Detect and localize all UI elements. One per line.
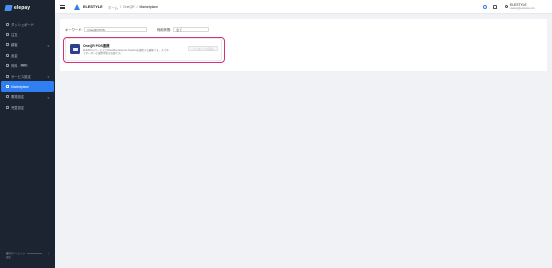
status-label: 利用状態 xyxy=(157,28,171,32)
orders-icon xyxy=(6,33,9,37)
dev-settings-icon xyxy=(6,95,9,99)
chevron-down-icon: ▾ xyxy=(47,74,49,79)
sidebar-item-label: 児童設定 xyxy=(11,105,25,110)
breadcrumb: ホーム / OneQR / Marketplace xyxy=(108,5,158,10)
sidebar-item-customers[interactable]: 顧客 ▾ xyxy=(0,40,55,50)
refund-icon xyxy=(6,53,9,57)
breadcrumb-current: Marketplace xyxy=(139,5,158,9)
customers-icon xyxy=(6,43,9,47)
elepay-logo[interactable]: elepay xyxy=(4,4,31,12)
sidebar-item-label: 注文 xyxy=(11,33,18,38)
status-select[interactable]: 全て xyxy=(173,27,210,32)
sidebar-item-label: 資料 xyxy=(11,64,18,69)
header-icons xyxy=(483,4,497,9)
sidebar-nav: ダッシュボード 注文 顧客 ▾ 返金 資料 NEW サービス設定 ▾ Marketpl… xyxy=(0,19,55,113)
status-filter: 利用状態: 全て xyxy=(157,27,210,32)
sidebar-item-label: サービス設定 xyxy=(11,74,31,79)
breadcrumb-separator: / xyxy=(120,5,122,9)
chevron-down-icon: ▾ xyxy=(47,43,49,48)
sidebar-item-marketplace[interactable]: Marketplace xyxy=(1,81,54,92)
keyword-input[interactable]: OneQR POS xyxy=(84,27,148,32)
breadcrumb-separator: / xyxy=(136,5,138,9)
sidebar-item-settings[interactable]: 児童設定 xyxy=(0,102,55,112)
sidebar-item-label: ダッシュボード xyxy=(11,22,35,27)
keyword-label: キーワード xyxy=(65,28,82,32)
sidebar: elepay ダッシュボード 注文 顧客 ▾ 返金 資料 NEW サービス設定 ▾ M… xyxy=(0,0,55,268)
sidebar-item-documents[interactable]: 資料 NEW xyxy=(0,61,55,71)
sidebar-item-service-settings[interactable]: サービス設定 ▾ xyxy=(0,71,55,81)
marketplace-card: キーワード: OneQR POS 利用状態: 全て OneQR POS連携 EL… xyxy=(60,19,547,71)
account-name[interactable]: ELESTYLE xyxy=(83,5,103,9)
top-header: ELESTYLE ホーム / OneQR / Marketplace ELESTYL… xyxy=(55,0,552,14)
elepay-logo-icon xyxy=(4,5,13,11)
bell-icon[interactable] xyxy=(493,4,497,9)
user-avatar-icon xyxy=(505,5,508,8)
account-logo-icon xyxy=(74,4,80,10)
update-link[interactable]: 更新 xyxy=(6,256,50,260)
documents-icon xyxy=(6,64,9,68)
version-bar xyxy=(27,252,43,255)
footer-icons: ⋮ xyxy=(47,252,50,255)
user-email: elestyle@example.com xyxy=(510,7,535,10)
logo-text: elepay xyxy=(14,5,31,11)
version-label: 最新のバージョン xyxy=(6,252,26,255)
sidebar-item-dashboard[interactable]: ダッシュボード xyxy=(0,19,55,29)
breadcrumb-home[interactable]: ホーム xyxy=(108,5,118,10)
sidebar-item-label: 開発設定 xyxy=(11,95,25,100)
sidebar-item-label: 返金 xyxy=(11,53,18,58)
sidebar-footer: 最新のバージョン 更新 ⋮ xyxy=(6,252,50,260)
keyword-value: OneQR POS xyxy=(87,27,105,32)
status-value: 全て xyxy=(176,27,183,32)
marketplace-icon xyxy=(6,85,9,89)
sidebar-item-label: Marketplace xyxy=(11,84,29,89)
service-settings-icon xyxy=(6,74,9,78)
chevron-down-icon: ▾ xyxy=(47,95,49,100)
app-root: elepay ダッシュボード 注文 顧客 ▾ 返金 資料 NEW サービス設定 ▾ M… xyxy=(0,0,552,268)
hamburger-menu-icon[interactable] xyxy=(60,5,65,9)
settings-icon xyxy=(6,105,9,109)
sidebar-item-refund[interactable]: 返金 xyxy=(0,50,55,60)
selection-highlight xyxy=(62,36,225,63)
sidebar-item-orders[interactable]: 注文 xyxy=(0,29,55,39)
help-icon[interactable] xyxy=(483,4,487,9)
breadcrumb-oneqr[interactable]: OneQR xyxy=(123,5,135,10)
sidebar-item-dev-settings[interactable]: 開発設定 ▾ xyxy=(0,92,55,102)
new-badge: NEW xyxy=(19,64,28,68)
dashboard-icon xyxy=(6,22,9,26)
keyword-filter: キーワード: OneQR POS xyxy=(65,27,148,32)
sidebar-item-label: 顧客 xyxy=(11,43,18,48)
